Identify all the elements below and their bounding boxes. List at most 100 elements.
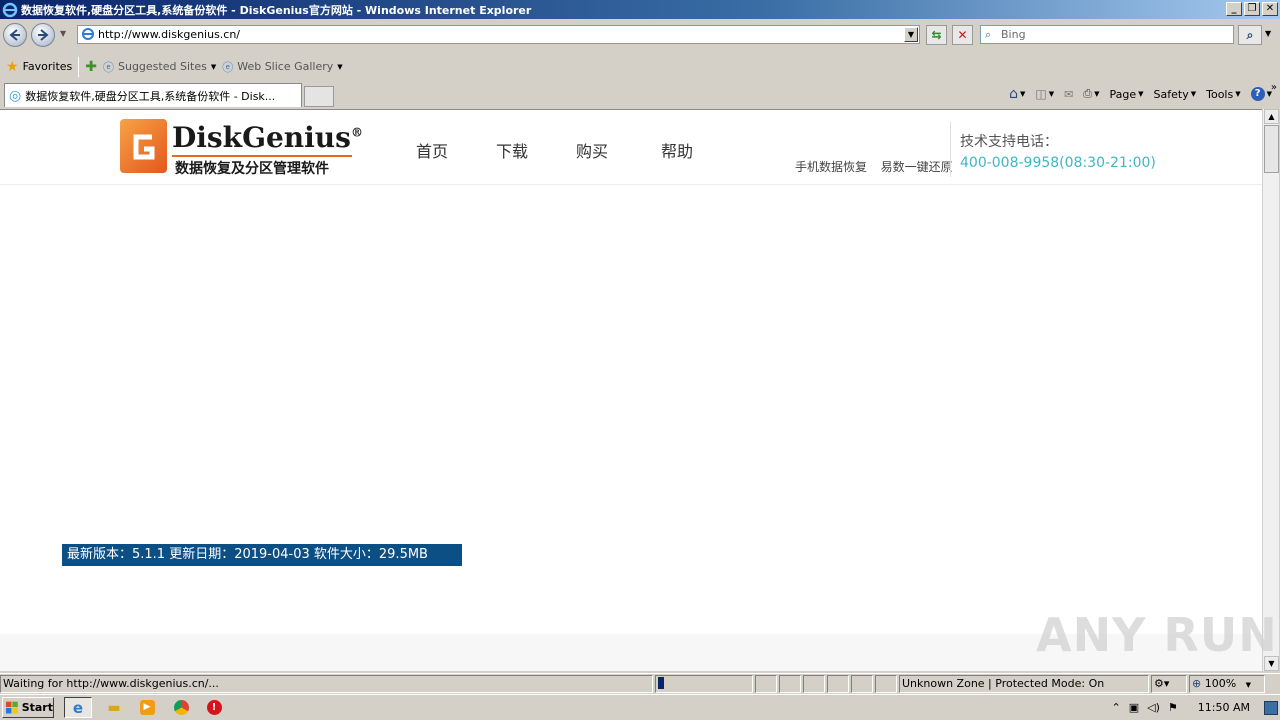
- mail-icon: ✉: [1064, 87, 1074, 101]
- tab-title: 数据恢复软件,硬盘分区工具,系统备份软件 - Disk...: [25, 89, 276, 103]
- chevron-overflow-icon[interactable]: »: [1271, 82, 1277, 93]
- search-button[interactable]: ⌕: [1238, 25, 1262, 45]
- vertical-scrollbar[interactable]: ▲ ▼: [1262, 109, 1279, 671]
- tab-row: ◎ 数据恢复软件,硬盘分区工具,系统备份软件 - Disk... ⌂ ▼ ◫ ▼ ✉…: [0, 82, 1280, 108]
- add-favorite-icon[interactable]: ✚: [85, 59, 97, 75]
- tab-active[interactable]: ◎ 数据恢复软件,硬盘分区工具,系统备份软件 - Disk...: [4, 83, 302, 107]
- network-icon[interactable]: ▣: [1129, 701, 1139, 714]
- status-text: Waiting for http://www.diskgenius.cn/...: [0, 675, 653, 693]
- system-tray: ⌃ ▣ ◁) ⚑ 11:50 AM: [1112, 697, 1278, 718]
- diskgenius-logo[interactable]: DiskGenius® 数据恢复及分区管理软件: [120, 119, 363, 177]
- search-glass-icon: ⌕: [985, 28, 992, 41]
- star-icon: ★: [6, 58, 19, 75]
- red-stop-icon: !: [206, 700, 222, 715]
- rss-icon: ◫: [1035, 87, 1047, 101]
- ie-logo-icon: [2, 2, 18, 17]
- refresh-icon: ⇆: [931, 28, 942, 42]
- search-placeholder: Bing: [1001, 28, 1026, 41]
- taskbar-chrome-button[interactable]: [167, 697, 195, 718]
- suggested-sites-label: Suggested Sites: [118, 60, 207, 73]
- read-mail-button[interactable]: ✉: [1064, 88, 1073, 101]
- back-arrow-icon: [9, 29, 20, 41]
- taskbar-media-player-button[interactable]: ▶: [133, 697, 161, 718]
- minimize-button[interactable]: _: [1226, 2, 1242, 16]
- help-icon: ?: [1250, 87, 1265, 101]
- window-titlebar: 数据恢复软件,硬盘分区工具,系统备份软件 - DiskGenius官方网站 - …: [0, 0, 1280, 19]
- back-button[interactable]: [3, 23, 27, 47]
- zoom-button[interactable]: ⊕ 100% ▼: [1189, 675, 1265, 693]
- loading-icon: ◎: [9, 87, 22, 104]
- feeds-button[interactable]: ◫ ▼: [1035, 87, 1054, 101]
- divider: [78, 56, 80, 77]
- address-input[interactable]: http://www.diskgenius.cn/ ▼: [77, 25, 920, 44]
- maximize-button[interactable]: ❐: [1244, 2, 1260, 16]
- zoom-level: 100%: [1204, 677, 1237, 690]
- status-panel: [851, 675, 873, 693]
- close-button[interactable]: ✕: [1262, 2, 1278, 16]
- page-viewport: DiskGenius® 数据恢复及分区管理软件 首页 下载 购买 帮助 手机数据…: [0, 109, 1262, 671]
- address-dropdown-button[interactable]: ▼: [904, 27, 918, 42]
- refresh-button[interactable]: ⇆: [926, 25, 947, 45]
- security-zone[interactable]: Unknown Zone | Protected Mode: On: [899, 675, 1149, 693]
- show-hidden-icons-icon[interactable]: ⌃: [1112, 701, 1121, 714]
- address-url: http://www.diskgenius.cn/: [98, 28, 241, 41]
- scroll-up-button[interactable]: ▲: [1264, 109, 1279, 124]
- chevron-down-icon: ▼: [337, 62, 343, 71]
- stop-icon: ✕: [957, 28, 968, 42]
- volume-icon[interactable]: ◁): [1147, 701, 1160, 714]
- anyrun-watermark: ANY RUN: [1036, 608, 1278, 662]
- nav-home[interactable]: 首页: [416, 138, 448, 162]
- help-button[interactable]: ? ▼: [1250, 87, 1272, 101]
- start-button[interactable]: Start: [2, 697, 54, 718]
- divider: [950, 122, 951, 177]
- support-label: 技术支持电话：: [960, 134, 1058, 150]
- action-center-flag-icon[interactable]: ⚑: [1168, 701, 1178, 714]
- taskbar-explorer-button[interactable]: ▬: [100, 697, 128, 718]
- ie-page-icon: ⓔ: [222, 60, 234, 74]
- page-menu[interactable]: Page ▼: [1110, 88, 1144, 101]
- progress-bar: [655, 675, 753, 693]
- taskbar-ie-button[interactable]: e: [64, 697, 92, 718]
- clock[interactable]: 11:50 AM: [1198, 701, 1250, 714]
- favorites-bar: ★ Favorites ✚ ⓔ Suggested Sites ▼ ⓔ Web …: [0, 53, 1280, 80]
- search-input[interactable]: ⌕ Bing: [980, 25, 1234, 44]
- safety-menu[interactable]: Safety ▼: [1154, 88, 1197, 101]
- forward-button[interactable]: [31, 23, 55, 47]
- nav-buy[interactable]: 购买: [576, 138, 608, 162]
- nav-help[interactable]: 帮助: [661, 138, 693, 162]
- taskbar-app-button[interactable]: !: [200, 697, 228, 718]
- show-desktop-icon[interactable]: [1264, 700, 1278, 715]
- new-tab-button[interactable]: [304, 86, 334, 107]
- scroll-thumb[interactable]: [1264, 125, 1279, 173]
- nav-download[interactable]: 下载: [496, 138, 528, 162]
- status-panel: [779, 675, 801, 693]
- media-player-icon: ▶: [139, 700, 155, 715]
- status-panel: [875, 675, 897, 693]
- link-easy-restore[interactable]: 易数一键还原: [881, 160, 953, 174]
- recent-pages-chevron-icon[interactable]: ▼: [60, 29, 66, 38]
- suggested-sites-link[interactable]: ⓔ Suggested Sites ▼: [103, 59, 216, 75]
- status-panel: [827, 675, 849, 693]
- home-button[interactable]: ⌂ ▼: [1009, 86, 1025, 102]
- page-ie-icon: [82, 28, 94, 40]
- print-button[interactable]: ⎙ ▼: [1083, 87, 1099, 101]
- stop-button[interactable]: ✕: [952, 25, 973, 45]
- favorites-button[interactable]: ★ Favorites: [6, 59, 72, 75]
- search-icon: ⌕: [1246, 27, 1254, 42]
- windows-logo-icon: [6, 701, 18, 713]
- logo-brand: DiskGenius®: [172, 121, 363, 154]
- chevron-down-icon: ▼: [1245, 681, 1252, 689]
- logo-underline: [172, 155, 352, 157]
- search-options-chevron-icon[interactable]: ▼: [1265, 29, 1271, 38]
- tools-menu[interactable]: Tools ▼: [1206, 88, 1241, 101]
- lock-icon: ⚙▾: [1154, 677, 1170, 690]
- protected-mode-button[interactable]: ⚙▾: [1151, 675, 1187, 693]
- address-toolbar: ▼ http://www.diskgenius.cn/ ▼ ⇆ ✕ ⌕ Bing…: [0, 19, 1280, 51]
- zoom-icon: ⊕: [1192, 677, 1202, 690]
- favorites-label: Favorites: [22, 60, 73, 73]
- taskbar: Start e ▬ ▶ ! ⌃ ▣ ◁) ⚑ 11:50 AM: [0, 694, 1280, 720]
- logo-mark-icon: [120, 119, 167, 173]
- web-slice-gallery-link[interactable]: ⓔ Web Slice Gallery ▼: [222, 59, 342, 75]
- site-header: DiskGenius® 数据恢复及分区管理软件 首页 下载 购买 帮助 手机数据…: [0, 110, 1262, 185]
- link-phone-recovery[interactable]: 手机数据恢复: [795, 160, 867, 174]
